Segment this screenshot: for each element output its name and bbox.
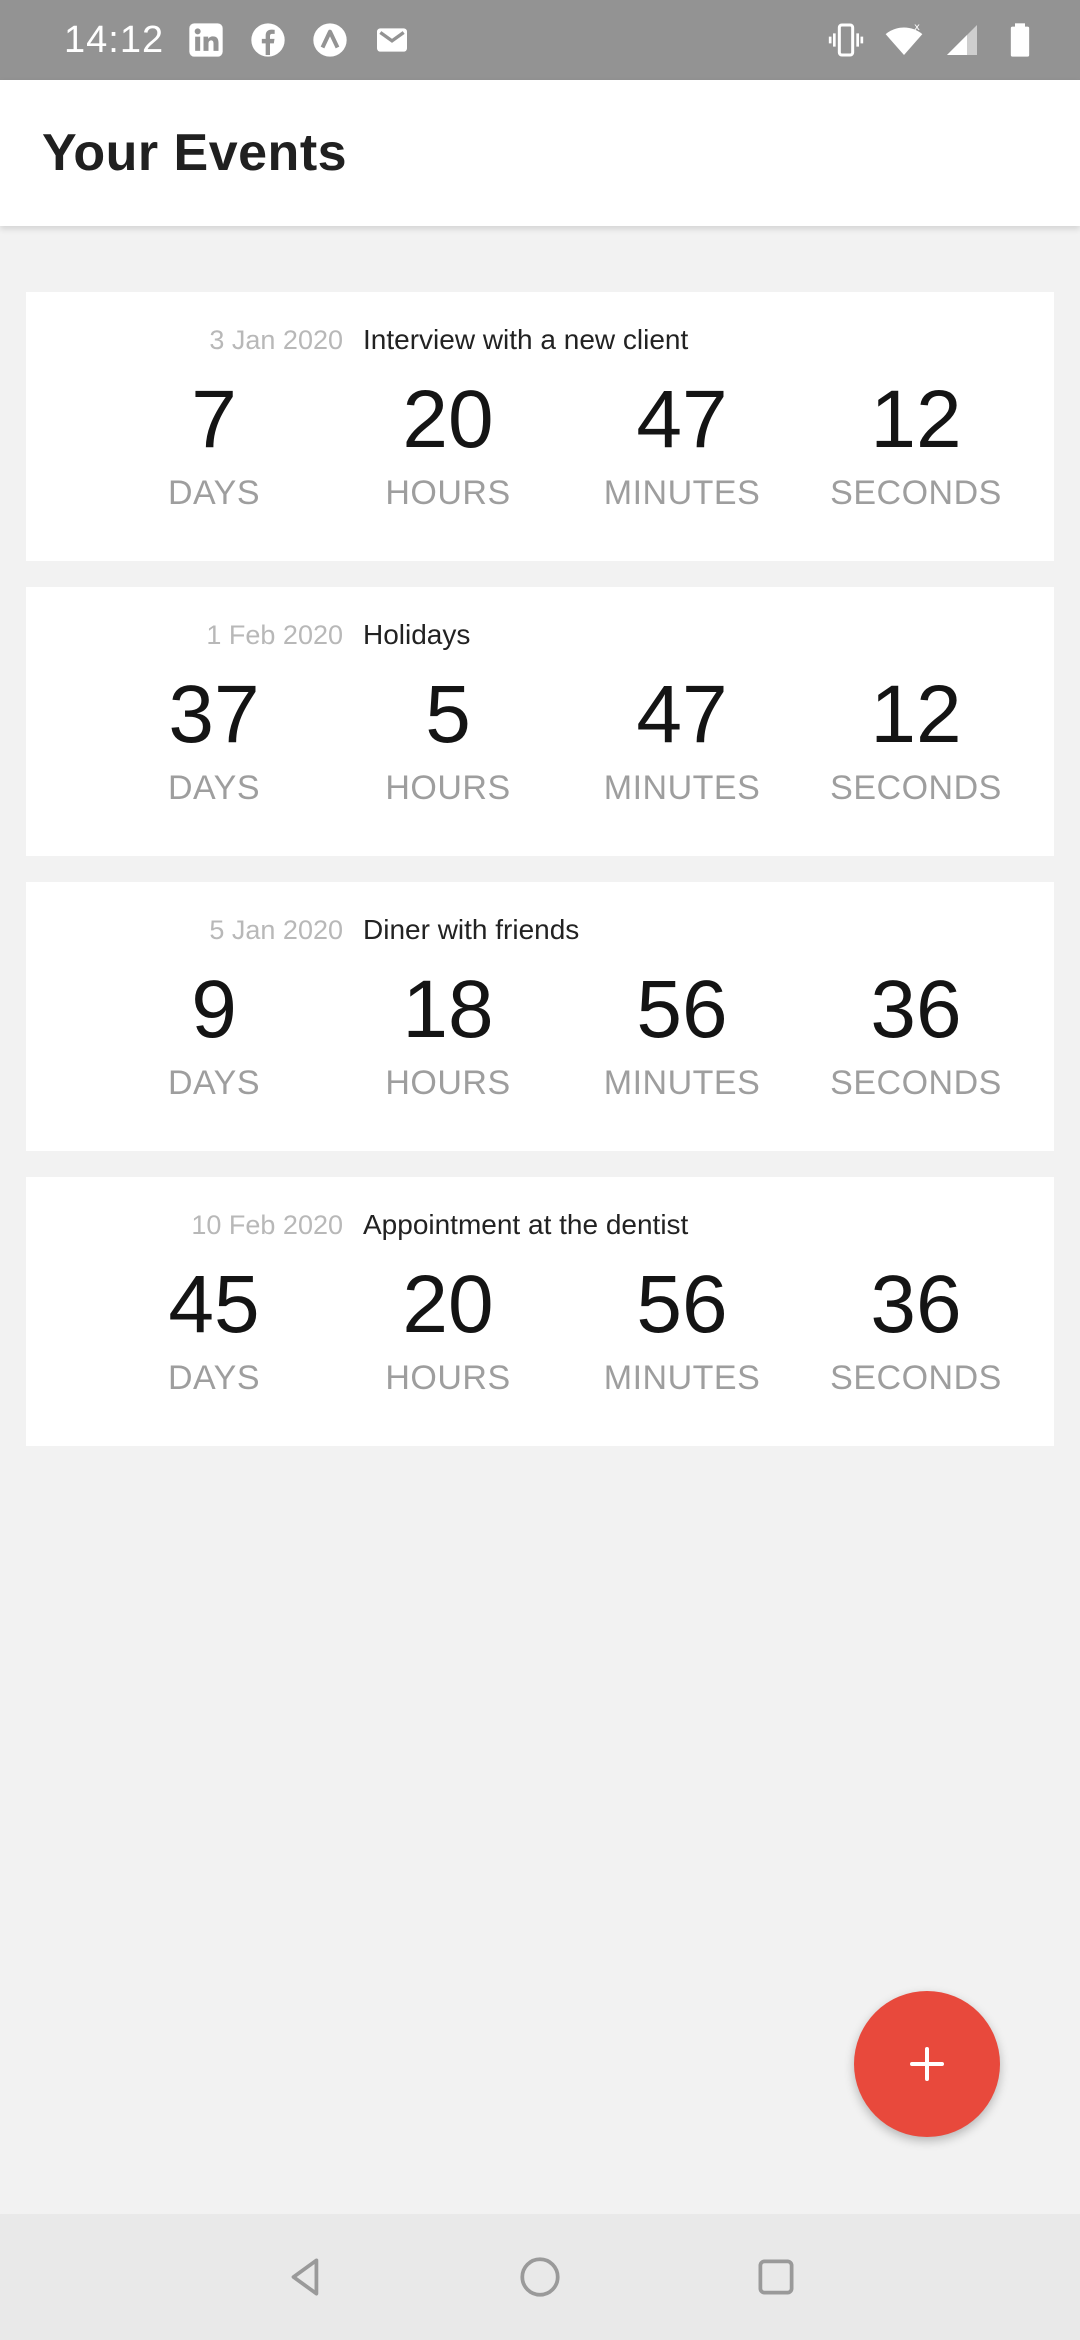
- countdown-label: SECONDS: [830, 1359, 1002, 1397]
- countdown-minutes: 56 MINUTES: [572, 960, 792, 1103]
- countdown-hours: 20 HOURS: [338, 370, 558, 513]
- event-list: 3 Jan 2020 Interview with a new client 7…: [26, 292, 1054, 1446]
- countdown-seconds: 36 SECONDS: [806, 960, 1026, 1103]
- gmail-icon: [372, 20, 412, 60]
- countdown-hours: 5 HOURS: [338, 665, 558, 808]
- event-header: 10 Feb 2020 Appointment at the dentist: [26, 1205, 1054, 1245]
- countdown-label: MINUTES: [603, 1359, 761, 1397]
- event-name: Interview with a new client: [363, 324, 689, 355]
- countdown-label: HOURS: [385, 1064, 511, 1102]
- countdown-value: 7: [191, 374, 237, 465]
- event-date: 1 Feb 2020: [206, 619, 343, 650]
- battery-icon: [1000, 20, 1040, 60]
- countdown-label: DAYS: [167, 1359, 261, 1397]
- countdown-label: SECONDS: [830, 769, 1002, 807]
- countdown-value: 5: [425, 669, 471, 760]
- linkedin-icon: [186, 20, 226, 60]
- event-card[interactable]: 3 Jan 2020 Interview with a new client 7…: [26, 292, 1054, 561]
- countdown-value: 12: [870, 669, 962, 760]
- status-bar: 14:12 x: [0, 0, 1080, 80]
- countdown-value: 20: [402, 1259, 494, 1350]
- event-name: Appointment at the dentist: [363, 1209, 689, 1240]
- event-card[interactable]: 1 Feb 2020 Holidays 37 DAYS 5 HOURS 47 M…: [26, 587, 1054, 856]
- navigation-bar: [0, 2214, 1080, 2340]
- countdown-label: MINUTES: [603, 474, 761, 512]
- countdown-hours: 18 HOURS: [338, 960, 558, 1103]
- countdown-minutes: 56 MINUTES: [572, 1255, 792, 1398]
- countdown-seconds: 36 SECONDS: [806, 1255, 1026, 1398]
- event-name: Diner with friends: [363, 914, 580, 945]
- event-header: 3 Jan 2020 Interview with a new client: [26, 320, 1054, 360]
- wifi-icon: x: [884, 20, 924, 60]
- add-event-button[interactable]: [854, 1991, 1000, 2137]
- event-date: 3 Jan 2020: [209, 324, 343, 355]
- signal-icon: [942, 20, 982, 60]
- notification-icons: [186, 20, 412, 60]
- countdown-days: 7 DAYS: [104, 370, 324, 513]
- system-icons: x: [826, 20, 1040, 60]
- countdown-label: HOURS: [385, 769, 511, 807]
- countdown-label: HOURS: [385, 474, 511, 512]
- status-time: 14:12: [64, 18, 165, 61]
- countdown-seconds: 12 SECONDS: [806, 665, 1026, 808]
- arc-app-icon: [310, 20, 350, 60]
- event-header: 1 Feb 2020 Holidays: [26, 615, 1054, 655]
- countdown-value: 36: [870, 964, 962, 1055]
- vibrate-icon: [826, 20, 866, 60]
- event-name: Holidays: [363, 619, 471, 650]
- countdown-label: HOURS: [385, 1359, 511, 1397]
- plus-icon: [907, 2044, 947, 2084]
- svg-text:x: x: [914, 22, 920, 33]
- countdown-label: DAYS: [167, 1064, 261, 1102]
- event-date: 5 Jan 2020: [209, 914, 343, 945]
- page-title: Your Events: [42, 124, 348, 182]
- countdown-value: 9: [191, 964, 237, 1055]
- countdown-label: MINUTES: [603, 769, 761, 807]
- countdown-value: 47: [636, 374, 728, 465]
- countdown-minutes: 47 MINUTES: [572, 665, 792, 808]
- countdown-days: 9 DAYS: [104, 960, 324, 1103]
- countdown-days: 45 DAYS: [104, 1255, 324, 1398]
- countdown-value: 12: [870, 374, 962, 465]
- countdown-value: 20: [402, 374, 494, 465]
- countdown-value: 18: [402, 964, 494, 1055]
- countdown-label: DAYS: [167, 474, 261, 512]
- countdown-seconds: 12 SECONDS: [806, 370, 1026, 513]
- countdown-value: 47: [636, 669, 728, 760]
- countdown-value: 45: [168, 1259, 260, 1350]
- countdown-value: 56: [636, 1259, 728, 1350]
- back-icon[interactable]: [276, 2247, 336, 2307]
- countdown-minutes: 47 MINUTES: [572, 370, 792, 513]
- recents-icon[interactable]: [746, 2247, 806, 2307]
- countdown-value: 56: [636, 964, 728, 1055]
- event-header: 5 Jan 2020 Diner with friends: [26, 910, 1054, 950]
- countdown-value: 37: [168, 669, 260, 760]
- event-card[interactable]: 10 Feb 2020 Appointment at the dentist 4…: [26, 1177, 1054, 1446]
- countdown-label: SECONDS: [830, 474, 1002, 512]
- countdown-label: DAYS: [167, 769, 261, 807]
- countdown-hours: 20 HOURS: [338, 1255, 558, 1398]
- event-date: 10 Feb 2020: [191, 1209, 343, 1240]
- event-card[interactable]: 5 Jan 2020 Diner with friends 9 DAYS 18 …: [26, 882, 1054, 1151]
- countdown-days: 37 DAYS: [104, 665, 324, 808]
- countdown-label: SECONDS: [830, 1064, 1002, 1102]
- home-icon[interactable]: [510, 2247, 570, 2307]
- app-bar: Your Events: [0, 80, 1080, 226]
- countdown-label: MINUTES: [603, 1064, 761, 1102]
- facebook-icon: [248, 20, 288, 60]
- countdown-value: 36: [870, 1259, 962, 1350]
